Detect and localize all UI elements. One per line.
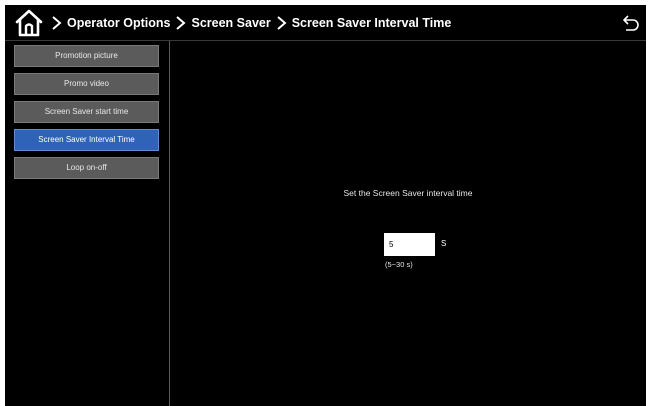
home-icon: [15, 9, 43, 36]
sidebar-item-promo-video[interactable]: Promo video: [14, 73, 159, 95]
app-screen: Operator Options Screen Saver Screen Sav…: [5, 5, 646, 406]
header-bar: Operator Options Screen Saver Screen Sav…: [5, 5, 646, 41]
breadcrumb-operator-options[interactable]: Operator Options: [67, 16, 170, 30]
breadcrumb-current-page: Screen Saver Interval Time: [291, 15, 452, 30]
interval-prompt: Set the Screen Saver interval time: [343, 188, 473, 198]
breadcrumb-screen-saver[interactable]: Screen Saver: [191, 16, 270, 30]
interval-input[interactable]: [384, 233, 435, 256]
unit-label: S: [441, 239, 447, 248]
sidebar-item-loop-on-off[interactable]: Loop on-off: [14, 157, 159, 179]
sidebar-item-screen-saver-interval-time[interactable]: Screen Saver Interval Time: [14, 129, 159, 151]
chevron-right-icon: [275, 15, 289, 30]
back-arrow-icon: [623, 15, 639, 31]
chevron-right-icon: [174, 15, 188, 30]
range-hint: (5~30 s): [385, 260, 413, 269]
main-panel: Set the Screen Saver interval time S (5~…: [170, 41, 646, 406]
sidebar-item-promotion-picture[interactable]: Promotion picture: [14, 45, 159, 67]
back-button[interactable]: [622, 14, 640, 32]
sidebar-item-screen-saver-start-time[interactable]: Screen Saver start time: [14, 101, 159, 123]
sidebar: Promotion picture Promo video Screen Sav…: [5, 41, 170, 406]
home-button[interactable]: [12, 6, 46, 40]
chevron-right-icon: [50, 15, 64, 30]
